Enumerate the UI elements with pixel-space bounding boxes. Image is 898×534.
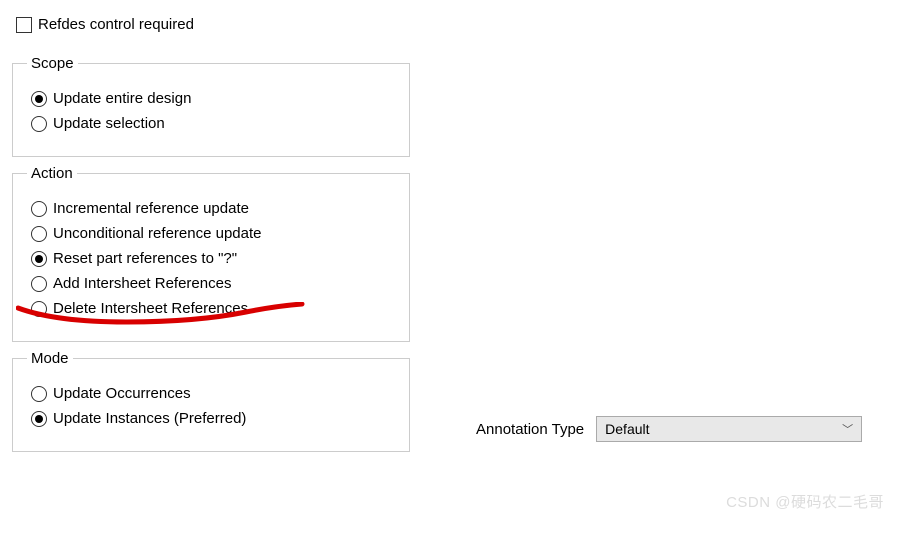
action-add-intersheet-label: Add Intersheet References — [53, 275, 231, 292]
action-add-intersheet-row: Add Intersheet References — [31, 275, 395, 292]
refdes-control-row: Refdes control required — [16, 16, 886, 33]
action-unconditional-radio[interactable] — [31, 226, 47, 242]
action-unconditional-label: Unconditional reference update — [53, 225, 261, 242]
refdes-control-checkbox[interactable] — [16, 17, 32, 33]
watermark-text: CSDN @硬码农二毛哥 — [726, 491, 884, 512]
annotation-type-label: Annotation Type — [476, 421, 584, 438]
action-delete-intersheet-label: Delete Intersheet References — [53, 300, 248, 317]
action-incremental-radio[interactable] — [31, 201, 47, 217]
mode-instances-row: Update Instances (Preferred) — [31, 410, 395, 427]
annotation-type-value: Default — [605, 421, 649, 437]
mode-legend: Mode — [27, 350, 73, 367]
mode-instances-radio[interactable] — [31, 411, 47, 427]
scope-update-entire-radio[interactable] — [31, 91, 47, 107]
mode-occurrences-row: Update Occurrences — [31, 385, 395, 402]
action-add-intersheet-radio[interactable] — [31, 276, 47, 292]
refdes-control-label: Refdes control required — [38, 16, 194, 33]
annotation-type-row: Annotation Type Default ﹀ — [476, 416, 862, 442]
scope-update-selection-row: Update selection — [31, 115, 395, 132]
action-reset-label: Reset part references to "?" — [53, 250, 237, 267]
mode-fieldset: Mode Update Occurrences Update Instances… — [12, 350, 410, 452]
action-fieldset: Action Incremental reference update Unco… — [12, 165, 410, 342]
action-unconditional-row: Unconditional reference update — [31, 225, 395, 242]
scope-update-entire-row: Update entire design — [31, 90, 395, 107]
chevron-down-icon: ﹀ — [842, 421, 853, 437]
scope-legend: Scope — [27, 55, 78, 72]
action-reset-radio[interactable] — [31, 251, 47, 267]
scope-update-selection-radio[interactable] — [31, 116, 47, 132]
mode-instances-label: Update Instances (Preferred) — [53, 410, 246, 427]
action-incremental-row: Incremental reference update — [31, 200, 395, 217]
mode-occurrences-label: Update Occurrences — [53, 385, 191, 402]
scope-fieldset: Scope Update entire design Update select… — [12, 55, 410, 157]
action-reset-row: Reset part references to "?" — [31, 250, 395, 267]
scope-update-selection-label: Update selection — [53, 115, 165, 132]
action-legend: Action — [27, 165, 77, 182]
action-delete-intersheet-row: Delete Intersheet References — [31, 300, 395, 317]
scope-update-entire-label: Update entire design — [53, 90, 191, 107]
action-delete-intersheet-radio[interactable] — [31, 301, 47, 317]
mode-occurrences-radio[interactable] — [31, 386, 47, 402]
annotation-type-dropdown[interactable]: Default ﹀ — [596, 416, 862, 442]
action-incremental-label: Incremental reference update — [53, 200, 249, 217]
